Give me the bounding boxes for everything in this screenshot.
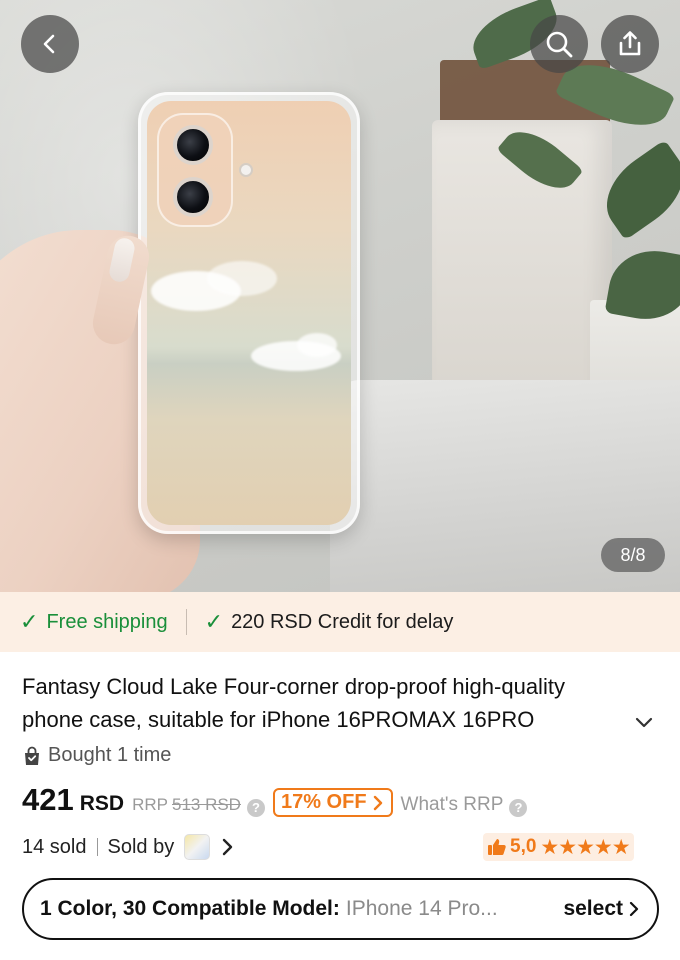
bought-label: Bought 1 time	[48, 744, 172, 766]
shopping-bag-icon	[25, 746, 39, 765]
image-counter: 8/8	[601, 538, 665, 572]
cloud-shape	[207, 261, 277, 296]
camera-module	[157, 113, 233, 227]
shop-logo-icon[interactable]	[184, 834, 211, 860]
chevron-right-icon	[629, 901, 639, 917]
bought-count: Bought 1 time	[22, 744, 171, 767]
shipping-banner[interactable]: ✓ Free shipping ✓ 220 RSD Credit for del…	[0, 592, 680, 652]
share-button[interactable]	[601, 15, 659, 73]
camera-lens-icon	[173, 177, 213, 217]
store-rating-badge[interactable]: 5,0 ★★★★★	[483, 833, 634, 861]
sold-row: 14 sold Sold by	[22, 830, 236, 864]
star-rating-icon: ★★★★★	[540, 835, 630, 859]
rrp-value: 513 RSD	[171, 795, 241, 814]
price-currency: RSD	[79, 792, 125, 815]
check-icon: ✓	[20, 609, 39, 634]
sold-by-label: Sold by	[107, 835, 175, 858]
variant-select[interactable]: 1 Color, 30 Compatible Model: IPhone 14 …	[22, 878, 659, 940]
search-icon	[546, 31, 573, 58]
share-icon	[619, 31, 641, 56]
sold-count: 14 sold	[22, 835, 87, 858]
whats-rrp-help-icon[interactable]: ?	[509, 798, 528, 817]
phone-case-artwork	[147, 101, 351, 525]
search-button[interactable]	[530, 15, 588, 73]
chevron-right-icon	[373, 795, 382, 810]
check-icon: ✓	[204, 609, 224, 634]
rrp-help-icon[interactable]: ?	[246, 798, 265, 817]
select-button[interactable]: select	[563, 897, 641, 921]
variant-value: IPhone 14 Pro...	[345, 897, 498, 920]
product-title: Fantasy Cloud Lake Four-corner drop-proo…	[22, 674, 565, 732]
free-shipping-item: ✓ Free shipping	[20, 609, 168, 635]
cloud-shape	[297, 333, 337, 357]
divider	[185, 609, 187, 635]
thumbs-up-icon	[488, 839, 506, 855]
product-image-gallery[interactable]: 8/8	[0, 0, 680, 592]
phone-case-image	[138, 92, 360, 534]
whats-rrp-link[interactable]: What's RRP	[401, 794, 504, 816]
divider	[96, 838, 98, 856]
price-row: 421 RSD RRP 513 RSD ? 17% OFF What's RRP…	[22, 782, 528, 826]
back-button[interactable]	[21, 15, 79, 73]
price-value: 421	[22, 782, 74, 817]
discount-label: 17% OFF	[280, 791, 367, 813]
chevron-right-icon[interactable]	[220, 836, 236, 858]
camera-lens-icon	[173, 125, 213, 165]
rating-value: 5,0	[510, 836, 537, 857]
chevron-left-icon	[43, 34, 55, 54]
delay-credit-item: ✓ 220 RSD Credit for delay	[205, 609, 454, 635]
variant-label: 1 Color, 30 Compatible Model:	[40, 897, 340, 920]
delay-credit-label: 220 RSD Credit for delay	[231, 610, 454, 633]
expand-title-chevron-down-icon[interactable]	[630, 708, 658, 736]
rrp-label: RRP	[132, 795, 168, 814]
free-shipping-label: Free shipping	[46, 610, 168, 633]
camera-flash-icon	[239, 163, 253, 177]
discount-badge[interactable]: 17% OFF	[272, 788, 393, 817]
select-label: select	[563, 897, 623, 920]
